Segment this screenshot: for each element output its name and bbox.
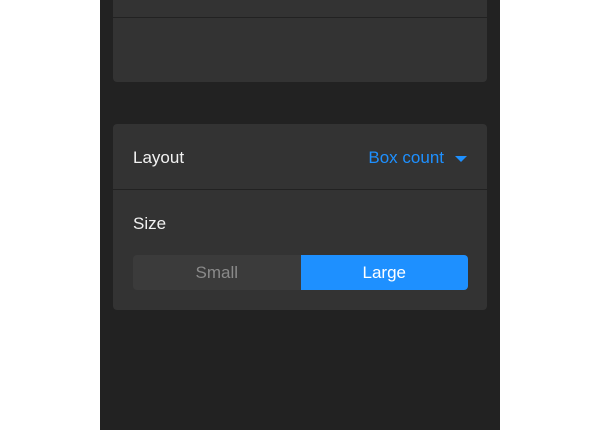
row-divider [113, 189, 487, 190]
caret-down-icon[interactable] [455, 155, 467, 162]
card-divider [113, 17, 487, 18]
layout-dropdown[interactable]: Box count [368, 148, 467, 168]
size-segmented-control: Small Large [133, 255, 468, 290]
layout-row: Layout Box count [113, 124, 487, 189]
previous-settings-card [113, 0, 487, 82]
size-option-large[interactable]: Large [300, 255, 468, 290]
size-option-small[interactable]: Small [133, 255, 301, 290]
layout-dropdown-value[interactable]: Box count [368, 148, 444, 168]
settings-card: Layout Box count Size Small Large [113, 124, 487, 310]
size-label: Size [133, 214, 167, 233]
layout-label: Layout [133, 148, 185, 167]
settings-panel: Layout Box count Size Small Large [100, 0, 500, 430]
